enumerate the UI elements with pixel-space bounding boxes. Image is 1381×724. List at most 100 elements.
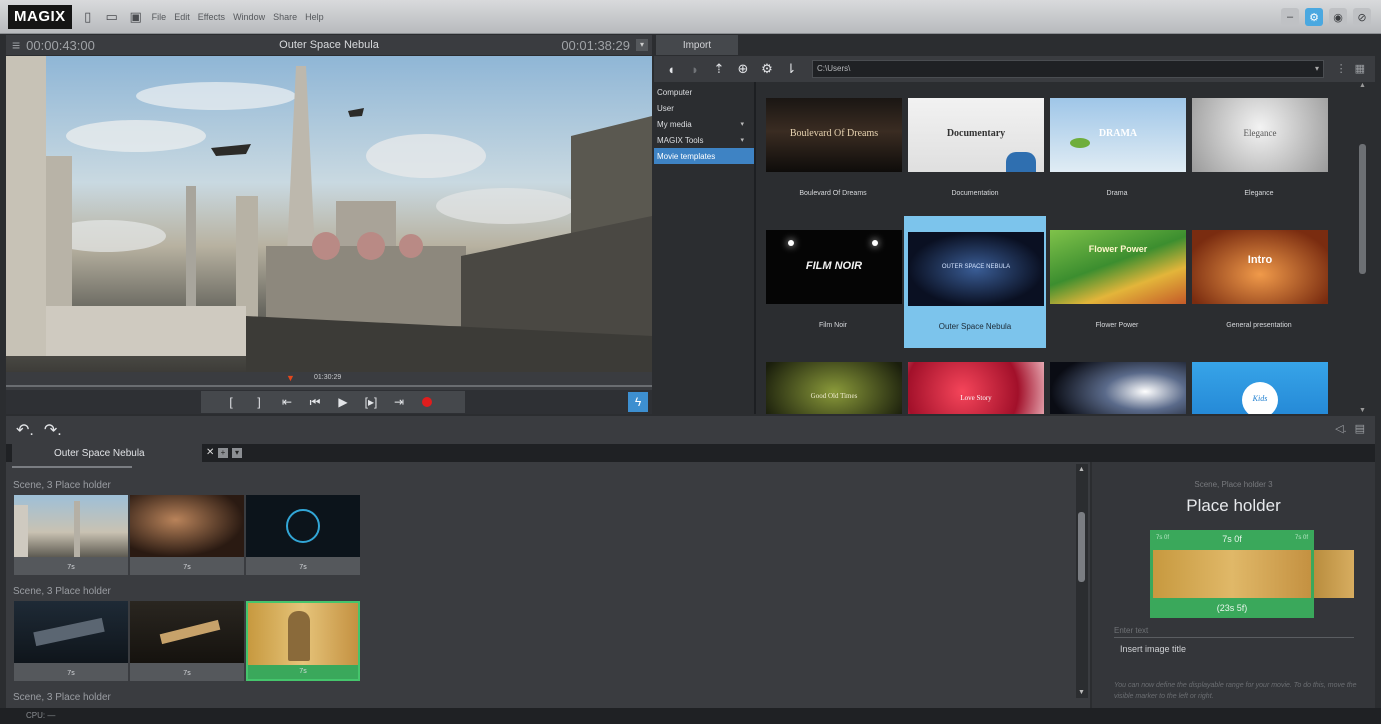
- clip[interactable]: 7s: [130, 495, 244, 575]
- title-text-input[interactable]: Enter text: [1114, 626, 1354, 638]
- template-general-presentation[interactable]: Intro General presentation: [1188, 214, 1330, 346]
- go-to-in-button[interactable]: ⇤: [273, 391, 301, 413]
- template-elegance[interactable]: Elegance Elegance: [1188, 82, 1330, 214]
- menu-file[interactable]: File: [152, 12, 167, 22]
- template-light-effect[interactable]: [1046, 346, 1188, 414]
- scrollbar-thumb[interactable]: [1078, 512, 1085, 582]
- path-dropdown-icon[interactable]: ▾: [1315, 61, 1319, 77]
- scroll-down-icon[interactable]: ▼: [1078, 689, 1085, 696]
- panel-toggle-icon[interactable]: ▤: [1355, 422, 1365, 435]
- template-documentation[interactable]: Documentary Documentation: [904, 82, 1046, 214]
- expand-arrow-icon[interactable]: ▾: [740, 120, 744, 128]
- minimize-icon[interactable]: –: [1281, 8, 1299, 26]
- open-folder-icon[interactable]: ▭: [104, 9, 120, 25]
- range-selector[interactable]: 7s 0f 7s 0f 7s 0f (23s 5f): [1150, 530, 1354, 618]
- tab-outer-space-nebula[interactable]: Outer Space Nebula: [12, 444, 202, 462]
- playhead-marker[interactable]: ▼: [286, 373, 295, 383]
- save-icon[interactable]: ▣: [128, 9, 144, 25]
- previous-marker-button[interactable]: ⏮: [301, 391, 329, 413]
- storyboard-mode-icon[interactable]: ⚙: [1305, 8, 1323, 26]
- template-thumbnail: Flower Power: [1050, 230, 1186, 304]
- settings-icon[interactable]: ⚙: [760, 61, 774, 77]
- tree-item-my-media[interactable]: My media ▾: [654, 116, 754, 132]
- tab-import[interactable]: Import: [656, 35, 738, 55]
- lightning-icon[interactable]: ϟ: [628, 392, 648, 412]
- path-field[interactable]: C:\Users\ ▾: [812, 60, 1324, 78]
- template-boulevard-of-dreams[interactable]: Boulevard Of Dreams Boulevard Of Dreams: [762, 82, 904, 214]
- list-view-icon[interactable]: ⋮: [1336, 62, 1347, 75]
- tree-item-computer[interactable]: Computer: [654, 84, 754, 100]
- expand-arrow-icon[interactable]: ▾: [740, 136, 744, 144]
- preview-dropdown-icon[interactable]: ▾: [636, 39, 648, 51]
- menu-share[interactable]: Share: [273, 12, 297, 22]
- template-thumbnail: Intro: [1192, 230, 1328, 304]
- preview-header: ≡ 00:00:43:00 Outer Space Nebula 00:01:3…: [6, 35, 652, 55]
- template-love-story[interactable]: Love Story: [904, 346, 1046, 414]
- template-grid: Boulevard Of Dreams Boulevard Of Dreams …: [756, 82, 1356, 414]
- mark-out-button[interactable]: ]: [245, 391, 273, 413]
- menu-effects[interactable]: Effects: [198, 12, 225, 22]
- mode-buttons: – ⚙ ◉ ⊘: [1281, 8, 1371, 26]
- play-button[interactable]: ▶: [329, 391, 357, 413]
- sort-icon[interactable]: ⇂: [784, 61, 798, 77]
- template-scrollbar[interactable]: ▲ ▼: [1357, 82, 1369, 414]
- range-filmstrip[interactable]: [1150, 550, 1314, 598]
- scene-label: Scene, 3 Place holder: [13, 586, 111, 597]
- scrub-bar[interactable]: ▼ 01:30:29: [6, 372, 652, 390]
- tree-item-user[interactable]: User: [654, 100, 754, 116]
- timeline-mode-icon[interactable]: ◉: [1329, 8, 1347, 26]
- clip[interactable]: 7s: [14, 495, 128, 575]
- template-label: Elegance: [1244, 190, 1274, 197]
- clip-duration: 7s: [183, 670, 191, 677]
- template-thumbnail: Love Story: [908, 362, 1044, 414]
- thumbnail-text: Boulevard Of Dreams: [789, 128, 879, 139]
- scrub-time: 01:30:29: [314, 374, 342, 381]
- mark-in-button[interactable]: [: [217, 391, 245, 413]
- grid-view-icon[interactable]: ▦: [1355, 62, 1365, 75]
- template-film-noir[interactable]: FILM NOIR Film Noir: [762, 214, 904, 346]
- video-preview[interactable]: [6, 56, 652, 372]
- scroll-up-icon[interactable]: ▲: [1078, 466, 1085, 473]
- record-button[interactable]: [413, 391, 441, 413]
- tree-item-magix-tools[interactable]: MAGIX Tools ▾: [654, 132, 754, 148]
- search-binoculars-icon[interactable]: ⊕: [736, 61, 750, 77]
- export-mode-icon[interactable]: ⊘: [1353, 8, 1371, 26]
- scrub-track[interactable]: [6, 385, 652, 387]
- close-tab-icon[interactable]: ✕: [206, 447, 214, 458]
- add-tab-icon[interactable]: +: [218, 448, 228, 458]
- template-good-old-times[interactable]: Good Old Times: [762, 346, 904, 414]
- template-drama[interactable]: DRAMA Drama: [1046, 82, 1188, 214]
- menu-help[interactable]: Help: [305, 12, 324, 22]
- template-kids[interactable]: Kids: [1188, 346, 1330, 414]
- clip[interactable]: 7s: [130, 601, 244, 681]
- volume-icon[interactable]: ◁.: [1335, 422, 1347, 435]
- play-range-button[interactable]: [▸]: [357, 391, 385, 413]
- new-file-icon[interactable]: ▯: [80, 9, 96, 25]
- undo-icon[interactable]: ↶.: [16, 420, 34, 440]
- forward-icon[interactable]: ◗: [688, 62, 702, 77]
- leaf-shape: [1070, 138, 1090, 148]
- template-outer-space-nebula[interactable]: OUTER SPACE NEBULA Outer Space Nebula: [904, 216, 1046, 348]
- tree-item-movie-templates[interactable]: Movie templates: [654, 148, 754, 164]
- template-thumbnail: [1050, 362, 1186, 414]
- go-to-out-button[interactable]: ⇥: [385, 391, 413, 413]
- scrollbar-thumb[interactable]: [1359, 144, 1366, 274]
- template-flower-power[interactable]: Flower Power Flower Power: [1046, 214, 1188, 346]
- clip-selected[interactable]: 7s: [246, 601, 360, 681]
- clip[interactable]: 7s: [14, 601, 128, 681]
- cpu-indicator: CPU: ―: [26, 711, 56, 720]
- scroll-down-icon[interactable]: ▼: [1359, 407, 1366, 414]
- scroll-up-icon[interactable]: ▲: [1359, 82, 1366, 89]
- tab-menu-icon[interactable]: ▾: [232, 448, 242, 458]
- folder-up-icon[interactable]: ⇡: [712, 61, 726, 77]
- menu-edit[interactable]: Edit: [174, 12, 190, 22]
- clip[interactable]: 7s: [246, 495, 360, 575]
- redo-icon[interactable]: ↷.: [44, 420, 62, 440]
- thumbnail-text: Kids: [1252, 394, 1268, 403]
- storyboard-scrollbar[interactable]: ▲ ▼: [1076, 464, 1088, 698]
- menu-window[interactable]: Window: [233, 12, 265, 22]
- back-icon[interactable]: ◖: [664, 62, 678, 77]
- range-total: (23s 5f): [1150, 598, 1314, 618]
- thumbnail-text: Documentary: [946, 128, 1006, 139]
- folder-tree: Computer User My media ▾ MAGIX Tools ▾ Mov…: [654, 82, 754, 414]
